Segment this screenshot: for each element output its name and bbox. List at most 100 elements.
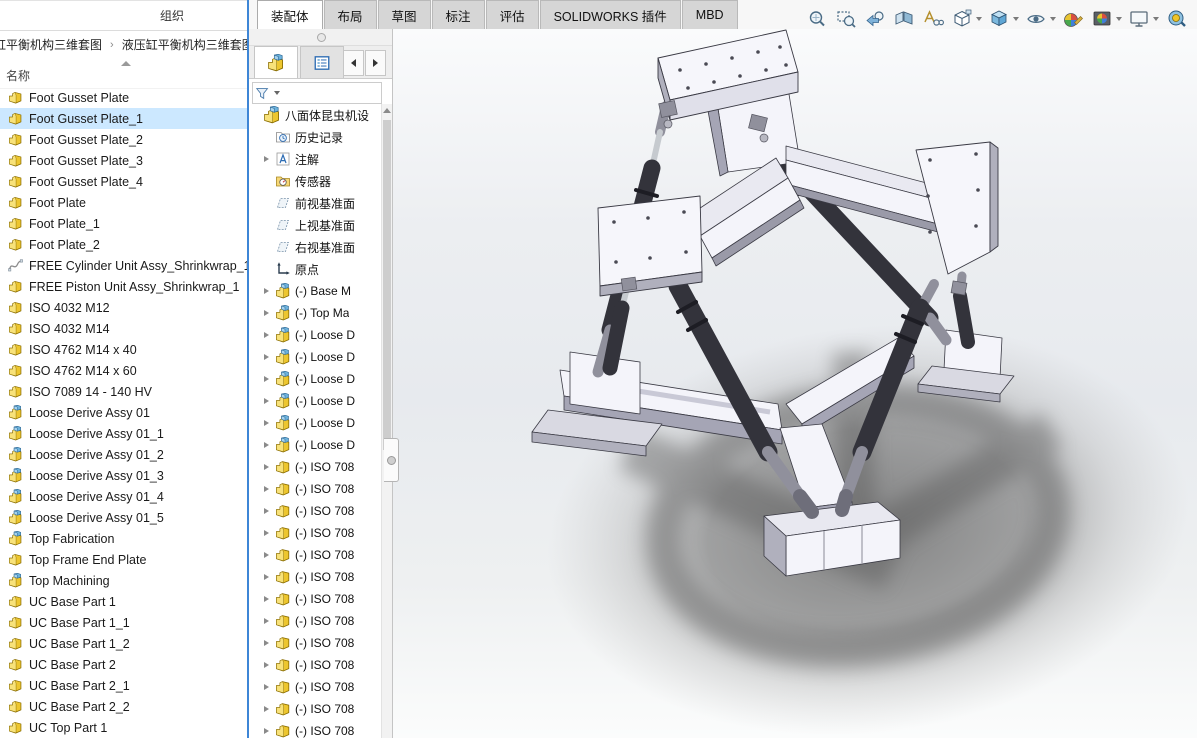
expand-arrow-icon[interactable] — [264, 508, 275, 514]
tree-item[interactable]: 原点 — [249, 258, 382, 280]
annotation-view-icon[interactable] — [920, 6, 946, 32]
tree-item[interactable]: (-) ISO 708 — [249, 478, 382, 500]
list-item[interactable]: FREE Piston Unit Assy_Shrinkwrap_1 — [0, 276, 247, 297]
expand-arrow-icon[interactable] — [264, 288, 275, 294]
graphics-viewport[interactable] — [393, 29, 1197, 738]
tree-item[interactable]: (-) Loose D — [249, 390, 382, 412]
tree-item[interactable]: (-) Loose D — [249, 368, 382, 390]
expand-arrow-icon[interactable] — [264, 574, 275, 580]
list-item[interactable]: Loose Derive Assy 01_5 — [0, 507, 247, 528]
panel-back-button[interactable] — [343, 50, 364, 76]
tree-item[interactable]: 传感器 — [249, 170, 382, 192]
model-3d-view[interactable] — [393, 29, 1197, 738]
edit-appearance-icon[interactable] — [1060, 6, 1086, 32]
list-column-header[interactable]: 名称 — [0, 58, 247, 89]
expand-arrow-icon[interactable] — [264, 354, 275, 360]
command-tab[interactable]: 标注 — [432, 0, 485, 29]
expand-arrow-icon[interactable] — [264, 398, 275, 404]
view-orientation-icon[interactable] — [949, 6, 983, 32]
tree-item[interactable]: (-) ISO 708 — [249, 610, 382, 632]
list-item[interactable]: Loose Derive Assy 01 — [0, 402, 247, 423]
featuremanager-tree-tab[interactable] — [254, 46, 298, 78]
expand-arrow-icon[interactable] — [264, 332, 275, 338]
expand-arrow-icon[interactable] — [264, 200, 275, 206]
tree-item[interactable]: (-) ISO 708 — [249, 676, 382, 698]
list-item[interactable]: ISO 4032 M14 — [0, 318, 247, 339]
command-tab[interactable]: 布局 — [324, 0, 377, 29]
expand-arrow-icon[interactable] — [264, 310, 275, 316]
list-item[interactable]: UC Base Part 1 — [0, 591, 247, 612]
expand-arrow-icon[interactable] — [264, 552, 275, 558]
zoom-fit-icon[interactable] — [804, 6, 830, 32]
list-item[interactable]: Loose Derive Assy 01_4 — [0, 486, 247, 507]
command-tab[interactable]: 草图 — [378, 0, 431, 29]
expand-arrow-icon[interactable] — [264, 728, 275, 734]
command-tab[interactable]: SOLIDWORKS 插件 — [540, 0, 681, 29]
display-style-icon[interactable] — [986, 6, 1020, 32]
tree-filter-box[interactable] — [252, 82, 382, 104]
list-item[interactable]: ISO 4762 M14 x 60 — [0, 360, 247, 381]
list-item[interactable]: ISO 4762 M14 x 40 — [0, 339, 247, 360]
panel-collapse-strip[interactable] — [249, 29, 392, 46]
list-item[interactable]: Top Fabrication — [0, 528, 247, 549]
list-item[interactable]: Top Machining — [0, 570, 247, 591]
list-item[interactable]: Top Frame End Plate — [0, 549, 247, 570]
list-item[interactable]: Foot Gusset Plate_3 — [0, 150, 247, 171]
tree-item[interactable]: 上视基准面 — [249, 214, 382, 236]
view-settings-icon[interactable] — [1126, 6, 1160, 32]
expand-arrow-icon[interactable] — [264, 640, 275, 646]
expand-arrow-icon[interactable] — [264, 618, 275, 624]
expand-arrow-icon[interactable] — [264, 706, 275, 712]
tree-item[interactable]: (-) ISO 708 — [249, 654, 382, 676]
list-item[interactable]: Foot Gusset Plate_1 — [0, 108, 247, 129]
panel-forward-button[interactable] — [365, 50, 386, 76]
filter-dropdown-icon[interactable] — [274, 91, 280, 95]
tree-item[interactable]: (-) Loose D — [249, 346, 382, 368]
list-item[interactable]: ISO 7089 14 - 140 HV — [0, 381, 247, 402]
tree-item[interactable]: 右视基准面 — [249, 236, 382, 258]
expand-arrow-icon[interactable] — [264, 266, 275, 272]
tree-item[interactable]: (-) Base M — [249, 280, 382, 302]
expand-arrow-icon[interactable] — [264, 442, 275, 448]
expand-arrow-icon[interactable] — [252, 112, 263, 118]
list-item[interactable]: UC Base Part 2_2 — [0, 696, 247, 717]
list-item[interactable]: FREE Cylinder Unit Assy_Shrinkwrap_1 — [0, 255, 247, 276]
expand-arrow-icon[interactable] — [264, 376, 275, 382]
command-tab[interactable]: MBD — [682, 0, 738, 29]
tree-item[interactable]: (-) Loose D — [249, 324, 382, 346]
tree-item[interactable]: (-) Loose D — [249, 434, 382, 456]
tree-item[interactable]: 八面体昆虫机设 — [249, 104, 382, 126]
zoom-area-icon[interactable] — [833, 6, 859, 32]
tree-item[interactable]: (-) ISO 708 — [249, 522, 382, 544]
expand-arrow-icon[interactable] — [264, 178, 275, 184]
hide-show-items-icon[interactable] — [1023, 6, 1057, 32]
organize-menu[interactable]: 组织 — [160, 7, 184, 24]
property-manager-tab[interactable] — [300, 46, 344, 78]
scrollbar-thumb[interactable] — [383, 120, 391, 450]
tree-item[interactable]: 前视基准面 — [249, 192, 382, 214]
tree-item[interactable]: (-) ISO 708 — [249, 456, 382, 478]
expand-arrow-icon[interactable] — [264, 530, 275, 536]
list-item[interactable]: Foot Gusset Plate_4 — [0, 171, 247, 192]
list-item[interactable]: ISO 4032 M12 — [0, 297, 247, 318]
tree-item[interactable]: (-) ISO 708 — [249, 544, 382, 566]
breadcrumb-folder[interactable]: 缸平衡机构三维套图 — [0, 36, 102, 53]
expand-arrow-icon[interactable] — [264, 222, 275, 228]
list-item[interactable]: Foot Plate — [0, 192, 247, 213]
list-item[interactable]: Loose Derive Assy 01_2 — [0, 444, 247, 465]
expand-arrow-icon[interactable] — [264, 134, 275, 140]
list-item[interactable]: Loose Derive Assy 01_3 — [0, 465, 247, 486]
expand-arrow-icon[interactable] — [264, 244, 275, 250]
measure-icon[interactable] — [1163, 6, 1189, 32]
tree-item[interactable]: (-) ISO 708 — [249, 500, 382, 522]
tree-item[interactable]: (-) ISO 708 — [249, 720, 382, 738]
panel-pin-icon[interactable] — [317, 33, 326, 42]
list-item[interactable]: UC Base Part 2 — [0, 654, 247, 675]
tree-item[interactable]: (-) ISO 708 — [249, 632, 382, 654]
tree-item[interactable]: (-) ISO 708 — [249, 588, 382, 610]
expand-arrow-icon[interactable] — [264, 486, 275, 492]
name-column-header[interactable]: 名称 — [6, 67, 30, 84]
list-item[interactable]: Foot Gusset Plate — [0, 87, 247, 108]
list-item[interactable]: UC Base Part 1_2 — [0, 633, 247, 654]
command-tab[interactable]: 装配体 — [257, 0, 323, 29]
